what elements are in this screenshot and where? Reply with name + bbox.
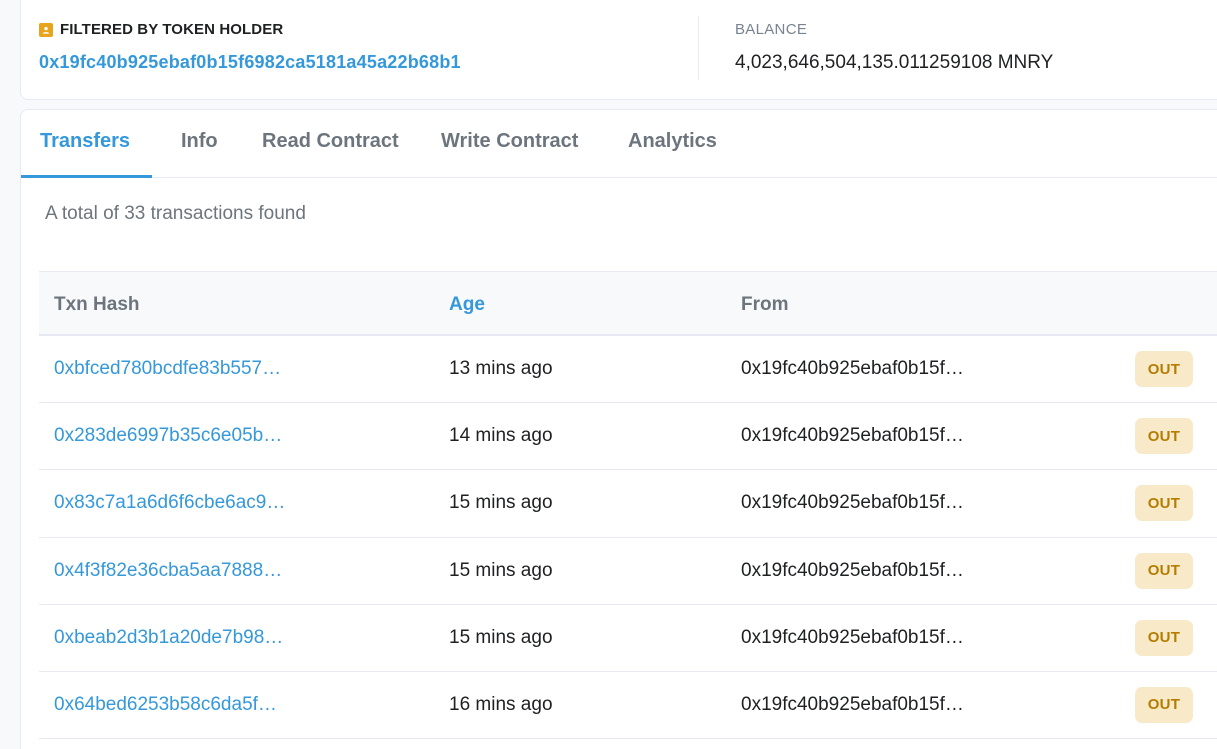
table-row: 0x64bed6253b58c6da5f… 16 mins ago 0x19fc… — [39, 672, 1217, 740]
holder-address-link[interactable]: 0x19fc40b925ebaf0b15f6982ca5181a45a22b68… — [39, 52, 461, 73]
direction-out-badge: OUT — [1135, 552, 1193, 589]
divider — [698, 16, 699, 80]
direction-out-badge: OUT — [1135, 619, 1193, 656]
table-row: 0xbfced780bcdfe83b557… 13 mins ago 0x19f… — [39, 336, 1217, 404]
txn-age: 15 mins ago — [449, 626, 553, 648]
txn-hash-link[interactable]: 0x283de6997b35c6e05b… — [54, 425, 282, 447]
balance-value: 4,023,646,504,135.011259108 MNRY — [735, 52, 1054, 73]
transfers-card: Transfers Info Read Contract Write Contr… — [20, 109, 1217, 749]
from-address: 0x19fc40b925ebaf0b15f… — [741, 358, 964, 379]
from-address: 0x19fc40b925ebaf0b15f… — [741, 425, 964, 447]
table-row: 0x4f3f82e36cba5aa7888… 15 mins ago 0x19f… — [39, 538, 1217, 605]
table-row: 0x83c7a1a6d6f6cbe6ac9… 15 mins ago 0x19f… — [39, 470, 1217, 538]
txn-hash-link[interactable]: 0x64bed6253b58c6da5f… — [54, 694, 277, 716]
transactions-summary: A total of 33 transactions found — [45, 203, 306, 224]
tab-bar: Transfers Info Read Contract Write Contr… — [21, 110, 1217, 178]
tab-read-contract[interactable]: Read Contract — [262, 130, 399, 153]
balance-label: BALANCE — [735, 21, 808, 38]
txn-age: 15 mins ago — [449, 559, 553, 581]
txn-hash-link[interactable]: 0xbfced780bcdfe83b557… — [54, 358, 281, 380]
direction-out-badge: OUT — [1135, 351, 1193, 387]
from-address: 0x19fc40b925ebaf0b15f… — [741, 693, 964, 715]
column-header-age[interactable]: Age — [449, 294, 485, 316]
tab-analytics[interactable]: Analytics — [628, 130, 717, 153]
table-row: 0xbeab2d3b1a20de7b98… 15 mins ago 0x19fc… — [39, 605, 1217, 672]
user-badge-icon — [39, 22, 53, 37]
token-holder-filter-card: FILTERED BY TOKEN HOLDER 0x19fc40b925eba… — [20, 0, 1217, 100]
table-row: 0x283de6997b35c6e05b… 14 mins ago 0x19fc… — [39, 403, 1217, 471]
direction-out-badge: OUT — [1135, 485, 1193, 522]
txn-hash-link[interactable]: 0x83c7a1a6d6f6cbe6ac9… — [54, 492, 285, 514]
txn-age: 15 mins ago — [449, 492, 553, 514]
txn-age: 14 mins ago — [449, 425, 553, 447]
txn-age: 16 mins ago — [449, 693, 553, 715]
direction-out-badge: OUT — [1135, 686, 1193, 723]
txn-age: 13 mins ago — [449, 358, 553, 379]
filter-info: FILTERED BY TOKEN HOLDER 0x19fc40b925eba… — [39, 21, 461, 73]
column-header-from: From — [741, 294, 789, 315]
direction-out-badge: OUT — [1135, 418, 1193, 455]
txn-hash-link[interactable]: 0xbeab2d3b1a20de7b98… — [54, 627, 283, 649]
tab-info[interactable]: Info — [181, 130, 218, 153]
transfers-table: Txn Hash Age From 0xbfced780bcdfe83b557…… — [39, 271, 1217, 740]
from-address: 0x19fc40b925ebaf0b15f… — [741, 559, 964, 581]
tab-transfers[interactable]: Transfers — [40, 130, 130, 153]
tab-write-contract[interactable]: Write Contract — [441, 130, 578, 153]
txn-hash-link[interactable]: 0x4f3f82e36cba5aa7888… — [54, 560, 282, 582]
from-address: 0x19fc40b925ebaf0b15f… — [741, 492, 964, 514]
filter-title: FILTERED BY TOKEN HOLDER — [60, 21, 284, 38]
active-tab-indicator — [21, 175, 152, 178]
from-address: 0x19fc40b925ebaf0b15f… — [741, 626, 964, 648]
filter-title-row: FILTERED BY TOKEN HOLDER — [39, 21, 461, 38]
column-header-txn-hash: Txn Hash — [54, 294, 140, 315]
balance-block: BALANCE 4,023,646,504,135.011259108 MNRY — [735, 21, 1053, 74]
table-header: Txn Hash Age From — [39, 271, 1217, 336]
